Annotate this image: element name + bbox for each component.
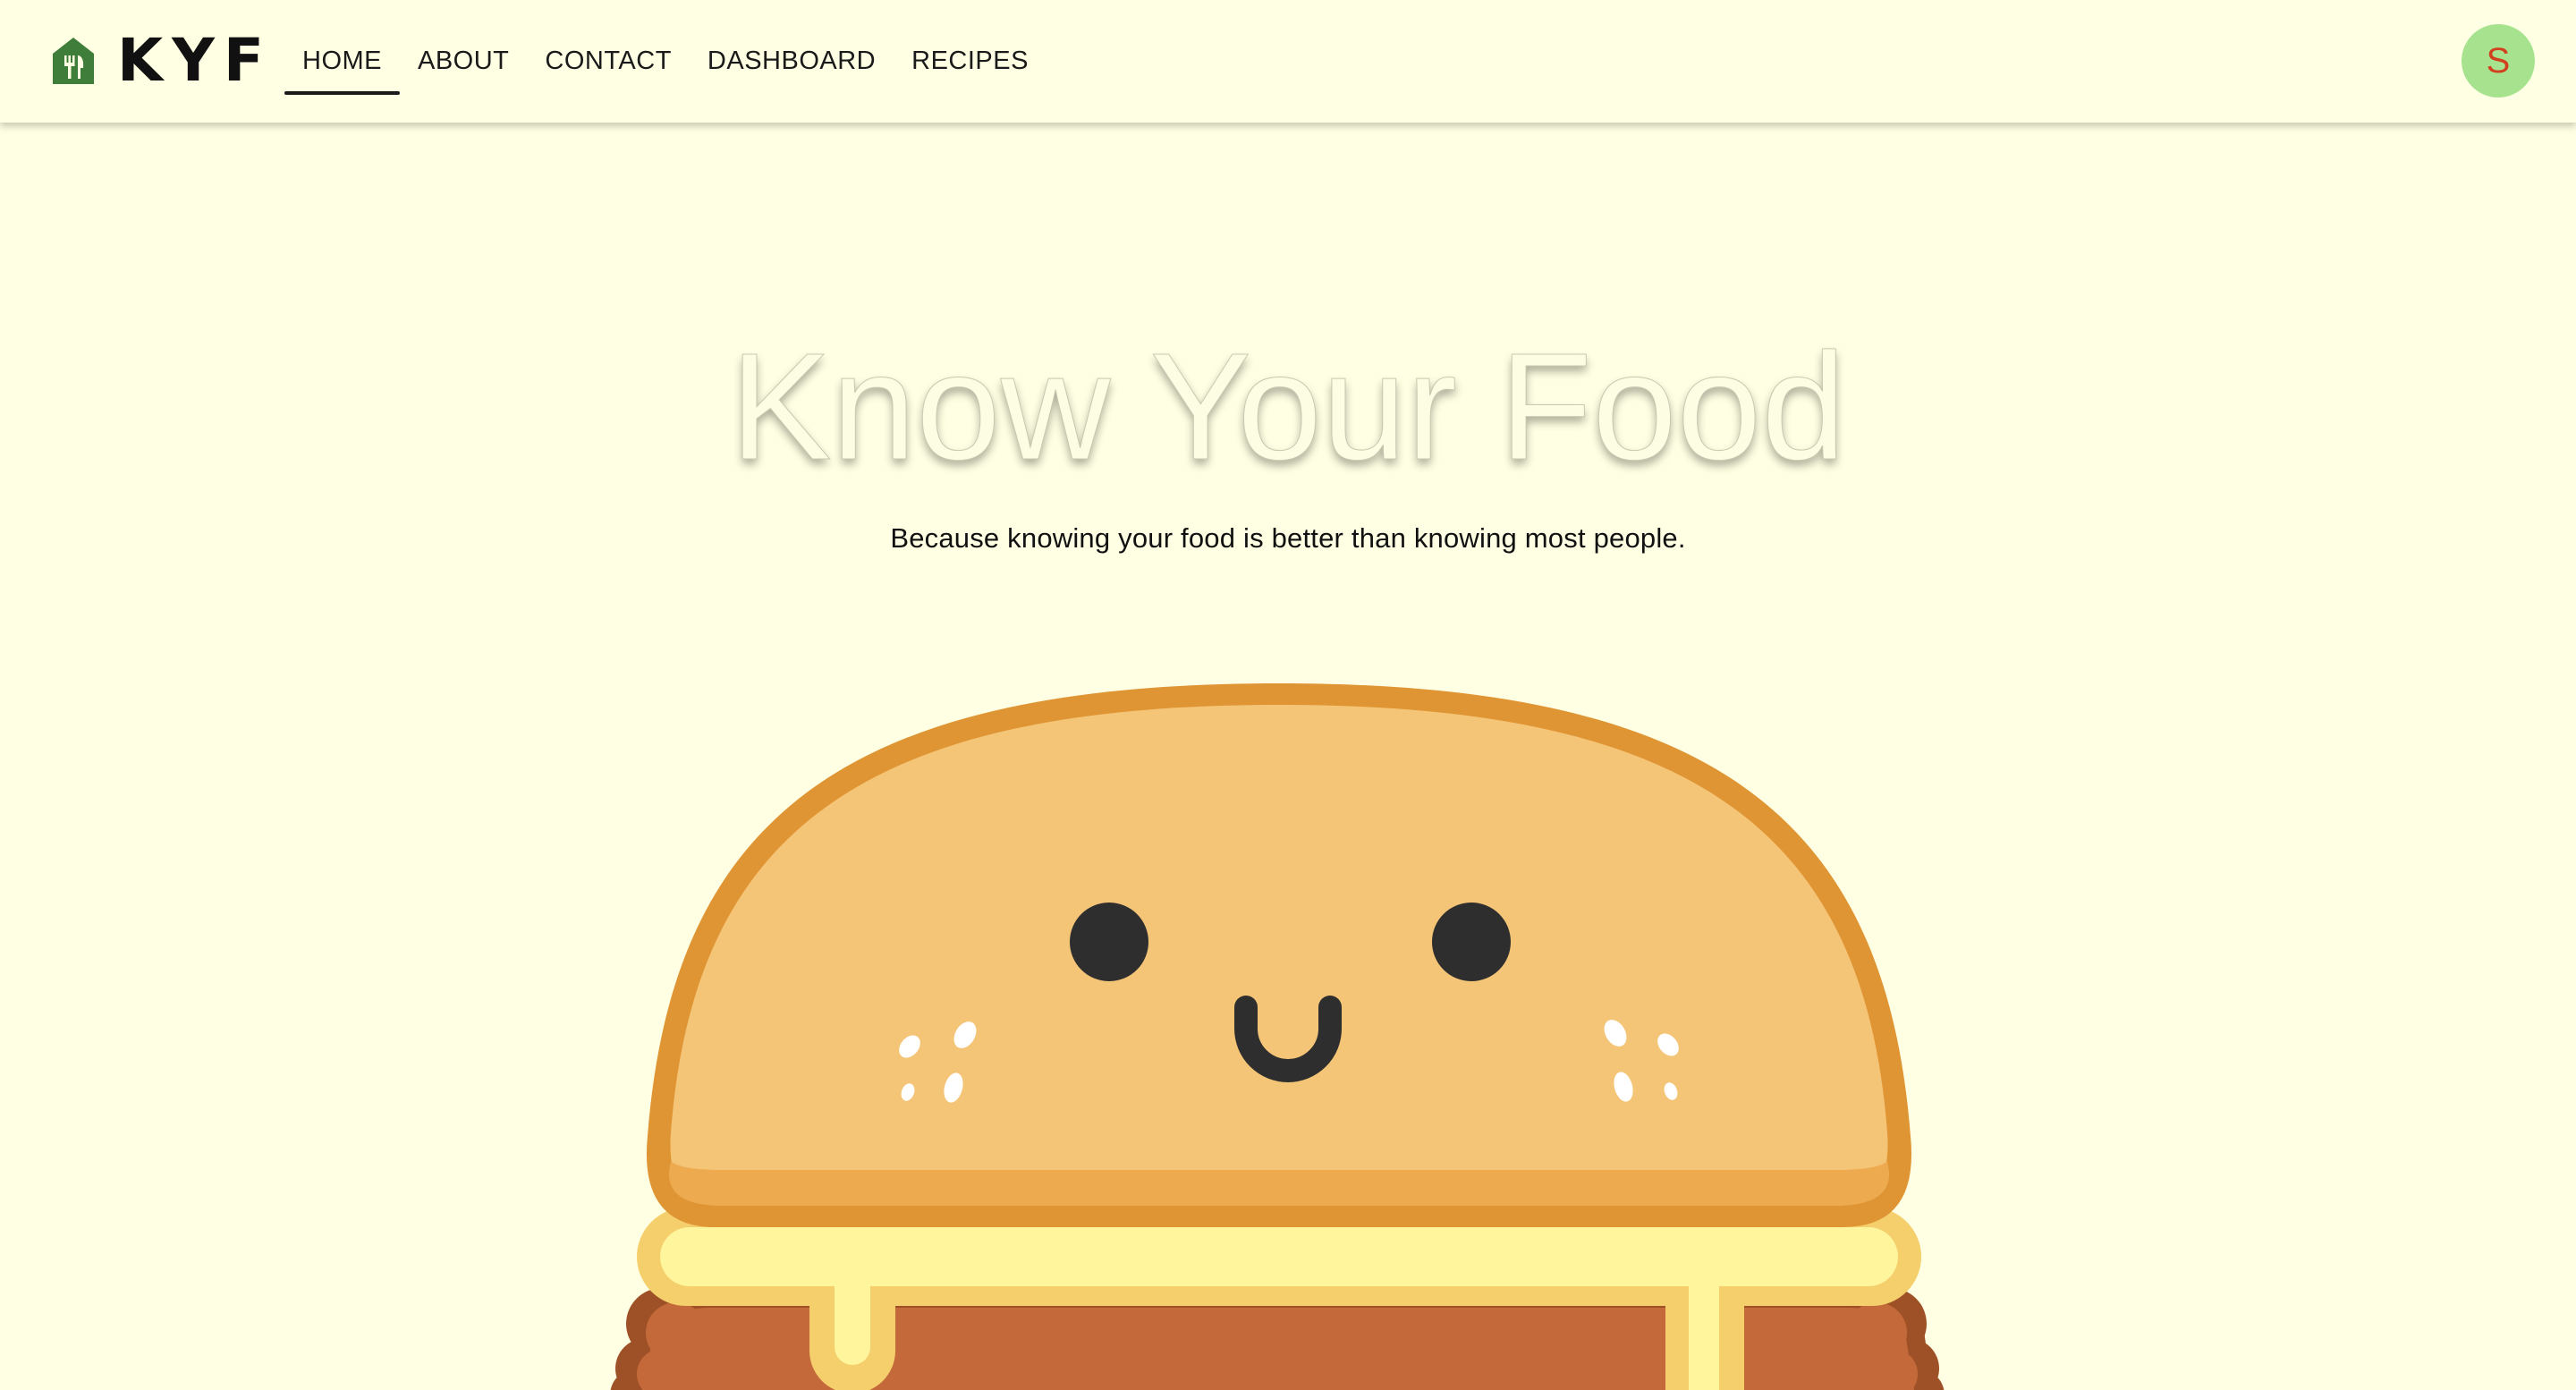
nav-dashboard-link[interactable]: DASHBOARD (690, 27, 894, 95)
smiling-burger-illustration (610, 683, 1945, 1390)
bun-icon (646, 683, 1912, 1227)
nav-home-link[interactable]: HOME (284, 27, 400, 95)
user-avatar[interactable]: S (2462, 24, 2535, 97)
nav-about-link[interactable]: ABOUT (400, 27, 527, 95)
brand-logo[interactable]: KYF (51, 30, 273, 91)
home-fork-knife-icon (53, 38, 94, 84)
hero-subtitle: Because knowing your food is better than… (890, 522, 1686, 554)
hero-title: Know Your Food (730, 322, 1847, 492)
brand-name: KYF (117, 26, 274, 95)
main-nav: HOME ABOUT CONTACT DASHBOARD RECIPES (284, 27, 1046, 95)
nav-recipes-link[interactable]: RECIPES (894, 27, 1046, 95)
top-navbar: KYF HOME ABOUT CONTACT DASHBOARD RECIPES… (0, 0, 2576, 123)
nav-contact-link[interactable]: CONTACT (527, 27, 690, 95)
